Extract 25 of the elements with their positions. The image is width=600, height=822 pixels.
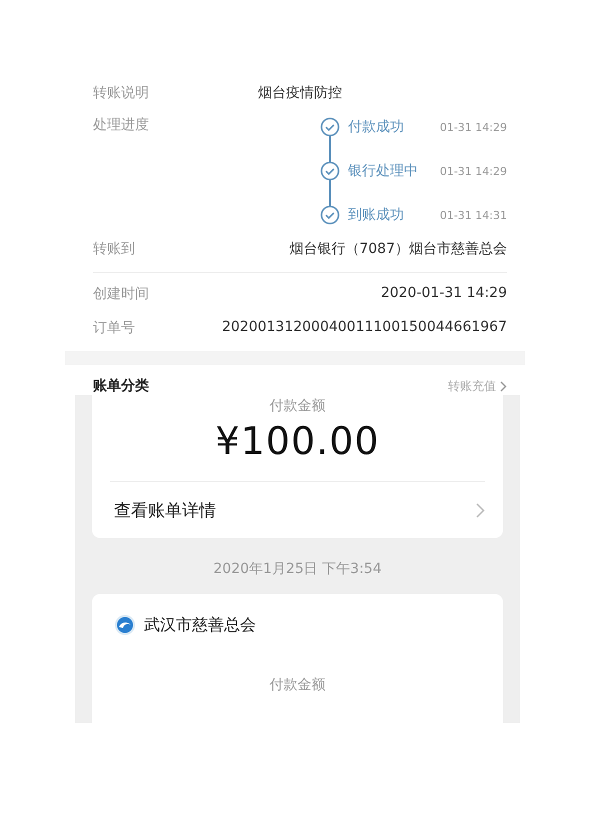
chevron-icon (500, 380, 507, 392)
field-value: 20200131200040011100150044661967 (222, 319, 507, 335)
step-name: 银行处理中 (348, 162, 419, 180)
field-value: 2020-01-31 14:29 (380, 285, 507, 301)
field-value: 烟台疫情防控 (258, 84, 342, 102)
step-name: 到账成功 (348, 206, 405, 224)
chevron-icon (476, 502, 485, 518)
field-label: 处理进度 (93, 116, 150, 134)
step-time: 01-31 14:29 (440, 120, 507, 134)
field-label: 转账到 (93, 240, 136, 258)
amount-label: 付款金额 (270, 397, 326, 415)
step-name: 付款成功 (348, 118, 405, 136)
field-label: 账单分类 (93, 377, 150, 395)
step-time: 01-31 14:31 (440, 208, 507, 222)
amount-label: 付款金额 (270, 676, 326, 694)
date-label: 2020年1月25日 下午3:54 (213, 560, 382, 578)
field-label: 订单号 (93, 319, 135, 337)
payee-name: 武汉市慈善总会 (144, 614, 256, 636)
bill-details-link[interactable]: 查看账单详情 (92, 482, 503, 538)
step-time: 01-31 14:29 (440, 164, 507, 178)
field-value: 烟台银行（7087）烟台市慈善总会 (289, 240, 507, 258)
field-label: 转账说明 (93, 84, 150, 102)
logo-icon (114, 614, 136, 636)
field-label: 创建时间 (93, 285, 150, 303)
payment-amount: ¥100.00 (215, 419, 380, 463)
